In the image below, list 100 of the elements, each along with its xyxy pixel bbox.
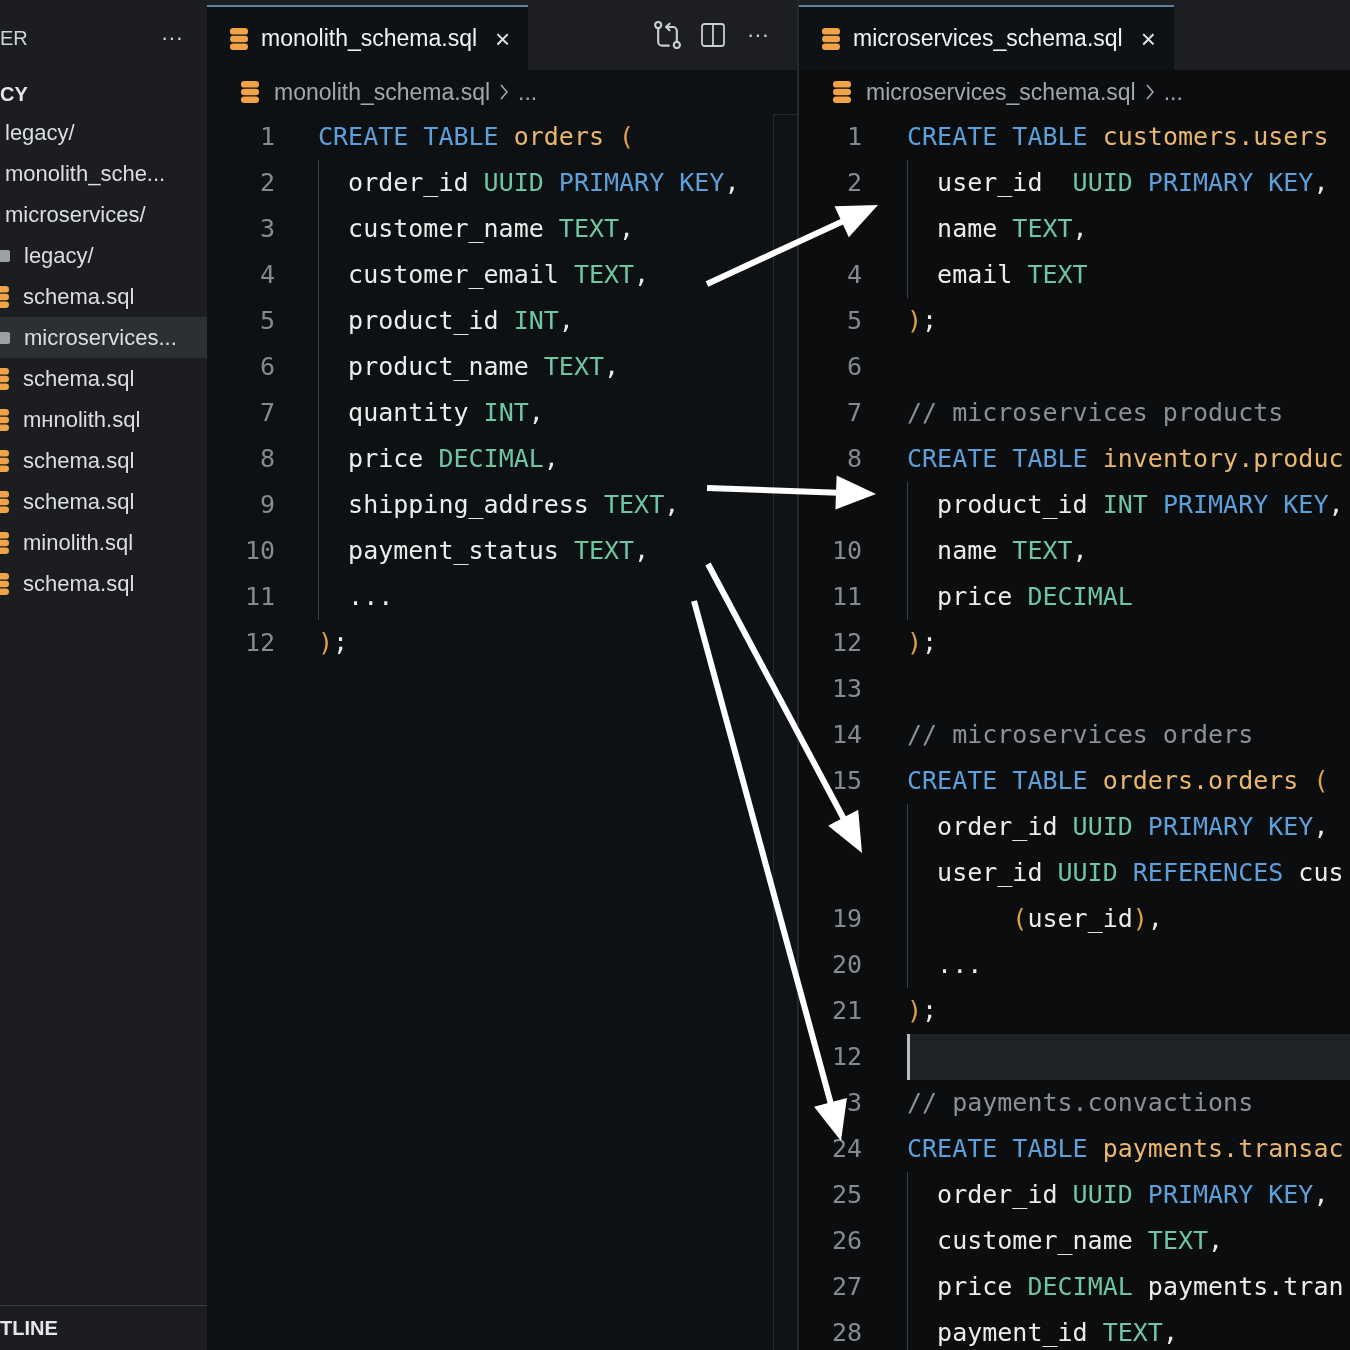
close-button[interactable]: × (1138, 25, 1158, 52)
line-number: 1 (259, 121, 275, 153)
code-line: order_id UUID PRIMARY KEY, (907, 1172, 1329, 1218)
text-cursor (907, 1034, 910, 1080)
file-tree-item[interactable]: minolith.sql (0, 522, 207, 563)
database-icon (0, 449, 9, 472)
database-icon (240, 80, 260, 104)
line-number: 4 (259, 259, 275, 291)
more-button[interactable]: ··· (159, 27, 185, 49)
line-number: 21 (831, 995, 862, 1027)
code-line: price DECIMAL (907, 574, 1133, 620)
line-number: 25 (831, 1179, 862, 1211)
database-icon (0, 490, 9, 513)
line-number: 15 (831, 765, 862, 797)
line-number: 5 (259, 305, 275, 337)
code-line: // microservices products (907, 397, 1284, 429)
code-line: ); (318, 627, 349, 659)
file-tree-item[interactable]: schema.sql (0, 276, 207, 317)
file-tree-item[interactable]: monolith_sche... (0, 153, 207, 194)
database-icon (0, 531, 9, 554)
line-number: 20 (831, 949, 862, 981)
code-line: quantity INT, (318, 390, 544, 436)
code-line: CREATE TABLE orders ( (318, 121, 635, 153)
close-button[interactable]: × (493, 25, 513, 52)
editor-tab[interactable]: microservices_schema.sql × (799, 5, 1174, 70)
code-line: ); (907, 995, 938, 1027)
line-number: 3 (846, 1087, 862, 1119)
database-icon (229, 26, 249, 51)
line-number: 24 (831, 1133, 862, 1165)
breadcrumb-item[interactable]: ... (518, 78, 538, 106)
file-tree-item[interactable]: schema.sql (0, 440, 207, 481)
code-line: (user_id), (907, 896, 1163, 942)
code-line: customer_name TEXT, (907, 1218, 1224, 1264)
chevron-right-icon (1145, 84, 1154, 100)
section-header[interactable]: TLINE (0, 1316, 58, 1340)
breadcrumb-item[interactable]: monolith_schema.sql (240, 78, 491, 106)
breadcrumb-item[interactable]: microservices_schema.sql (832, 78, 1136, 106)
line-number: 2 (846, 167, 862, 199)
file-tree-item[interactable]: schema.sql (0, 481, 207, 522)
database-icon (832, 80, 852, 104)
line-number: 4 (846, 259, 862, 291)
line-number: 12 (831, 1041, 862, 1073)
line-number: 7 (259, 397, 275, 429)
line-number: 27 (831, 1271, 862, 1303)
sidebar-title: ER (0, 26, 28, 50)
database-icon (821, 26, 841, 51)
file-tree-item[interactable]: legacy/ (0, 235, 207, 276)
code-line: customer_name TEXT, (318, 206, 635, 252)
code-line: CREATE TABLE orders.orders ( (907, 765, 1329, 797)
file-tree-item[interactable]: microservices/ (0, 194, 207, 235)
line-number: 2 (259, 167, 275, 199)
code-line: ); (907, 627, 938, 659)
code-line: ); (907, 305, 938, 337)
code-line: user_id UUID PRIMARY KEY, (907, 160, 1329, 206)
line-number: 12 (244, 627, 275, 659)
code-line: CREATE TABLE payments.transac (907, 1133, 1344, 1165)
line-number: 6 (846, 351, 862, 383)
line-number: 5 (846, 305, 862, 337)
code-line: order_id UUID PRIMARY KEY, (907, 804, 1329, 850)
database-icon (0, 367, 9, 390)
code-line: price DECIMAL, (318, 436, 559, 482)
code-line: // payments.convactions (907, 1087, 1254, 1119)
line-number: 11 (244, 581, 275, 613)
scrollbar-track[interactable] (773, 114, 797, 1350)
code-line: user_id UUID REFERENCES cus (907, 850, 1344, 896)
line-number: 9 (259, 489, 275, 521)
breadcrumb-item[interactable]: ... (1163, 78, 1183, 106)
file-tree-item[interactable]: mнnolith.sql (0, 399, 207, 440)
code-line: product_id INT PRIMARY KEY, (907, 482, 1344, 528)
code-line: price DECIMAL payments.tran (907, 1264, 1344, 1310)
database-icon (0, 408, 9, 431)
code-line: ... (318, 574, 394, 620)
section-header[interactable]: CY (0, 82, 28, 106)
line-number: 28 (831, 1317, 862, 1349)
line-number: 14 (831, 719, 862, 751)
code-line: name TEXT, (907, 206, 1088, 252)
code-line: product_id INT, (318, 298, 574, 344)
editor-tab[interactable]: monolith_schema.sql × (207, 5, 529, 70)
file-tree-item[interactable]: legacy/ (0, 112, 207, 153)
file-tree-item[interactable]: schema.sql (0, 358, 207, 399)
git-compare-icon[interactable] (654, 21, 681, 49)
chevron-right-icon (500, 84, 509, 100)
line-number: 3 (259, 213, 275, 245)
file-tree-item[interactable]: microservices... (0, 317, 207, 358)
code-line: order_id UUID PRIMARY KEY, (318, 160, 740, 206)
code-line: // microservices orders (907, 719, 1254, 751)
line-number: 10 (244, 535, 275, 567)
line-number: 8 (259, 443, 275, 475)
line-number: 7 (846, 397, 862, 429)
code-line: CREATE TABLE customers.users (907, 121, 1329, 153)
database-icon (0, 572, 9, 595)
line-number: 8 (846, 443, 862, 475)
line-number: 12 (831, 627, 862, 659)
more-button[interactable]: ··· (745, 24, 771, 46)
code-line: ... (907, 942, 983, 988)
split-editor-icon[interactable] (701, 23, 725, 47)
line-number: 10 (831, 535, 862, 567)
file-tree-item[interactable]: schema.sql (0, 563, 207, 604)
code-line: CREATE TABLE inventory.produc (907, 443, 1344, 475)
database-icon (0, 285, 9, 308)
